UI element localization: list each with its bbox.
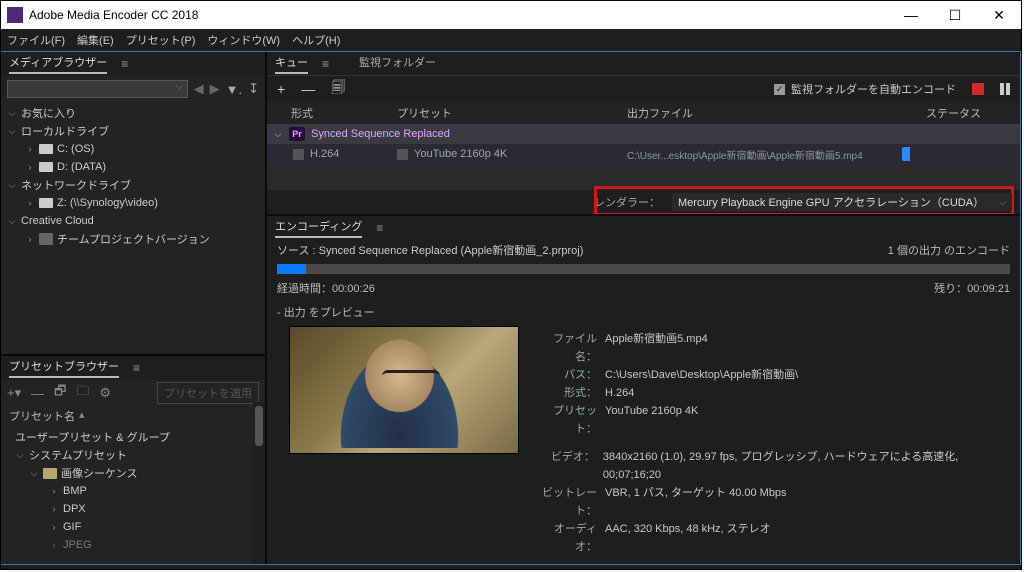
tree-z-drive[interactable]: ›Z: (\\Synology\video) [1,194,265,212]
panel-menu-icon[interactable]: ≡ [133,361,140,375]
stop-button[interactable] [972,83,984,95]
panel-menu-icon[interactable]: ≡ [121,57,128,71]
elapsed-label: 経過時間： [277,283,332,295]
minimize-button[interactable]: — [889,1,933,29]
preset-import-icon[interactable]: 🗀 [76,382,89,404]
nav-back-icon[interactable]: ◀ [194,81,204,97]
titlebar[interactable]: Adobe Media Encoder CC 2018 — ☐ ✕ [1,1,1021,29]
menu-file[interactable]: ファイル(F) [7,32,65,48]
preset-user-group[interactable]: ユーザープリセット & グループ [1,428,265,446]
tree-c-drive[interactable]: ›C: (OS) [1,140,265,158]
ingest-icon[interactable]: ↧ [248,81,259,97]
col-format: 形式 [267,105,397,121]
filter-icon[interactable]: ▼. [226,82,242,97]
menu-help[interactable]: ヘルプ(H) [292,32,340,48]
preset-image-sequence[interactable]: ⌵画像シーケンス [1,464,265,482]
chevron-down-icon: ⌵ [999,197,1006,208]
tree-creative-cloud[interactable]: ⌵Creative Cloud [1,212,265,230]
folder-icon [43,468,57,479]
preset-col-name[interactable]: プリセット名 [9,408,75,424]
tree-local-drives[interactable]: ⌵ローカルドライブ [1,122,265,140]
duplicate-icon[interactable]: 🗐 [331,77,345,101]
preset-settings-icon[interactable]: ⚙ [99,385,111,401]
remaining-label: 残り： [934,283,967,295]
preview-thumbnail [289,326,519,454]
nav-fwd-icon[interactable]: ▶ [210,81,220,97]
preset-sync-icon[interactable]: 🗗 [54,382,66,404]
preview-section-label[interactable]: - 出力 をプレビュー [267,298,1020,326]
menu-preset[interactable]: プリセット(P) [126,32,196,48]
encode-metadata: ファイル名：Apple新宿動画5.mp4 パス：C:\Users\Dave\De… [533,326,1006,556]
drive-icon [39,162,53,172]
preset-bmp[interactable]: ›BMP [1,482,265,500]
col-preset: プリセット [397,105,627,121]
tree-network-drives[interactable]: ⌵ネットワークドライブ [1,176,265,194]
window-title: Adobe Media Encoder CC 2018 [29,8,889,22]
source-label: ソース [277,245,309,257]
team-icon [39,233,53,245]
queue-headers: 形式 プリセット 出力ファイル ステータス [267,102,1020,124]
tab-media-browser[interactable]: メディアブラウザー [9,54,107,74]
preset-dpx[interactable]: ›DPX [1,500,265,518]
apply-preset-button[interactable]: プリセットを適用 [157,382,259,404]
remove-icon[interactable]: — [301,81,315,97]
add-source-icon[interactable]: + [277,81,285,97]
preset-gif[interactable]: ›GIF [1,518,265,536]
drive-icon [39,144,53,154]
tab-watch-folders[interactable]: 監視フォルダー [359,54,436,74]
auto-encode-checkbox[interactable]: ✓監視フォルダーを自動エンコード [774,81,956,97]
renderer-select[interactable]: Mercury Playback Engine GPU アクセラレーション（CU… [672,193,1012,211]
output-checkbox[interactable] [397,149,408,160]
tree-team-projects[interactable]: ›チームプロジェクトバージョン [1,230,265,248]
menubar: ファイル(F) 編集(E) プリセット(P) ウィンドウ(W) ヘルプ(H) [1,29,1021,51]
queue-row-output[interactable]: H.264 YouTube 2160p 4K C:\User...esktop\… [267,144,1020,164]
mb-path-dropdown[interactable]: ⌵ [7,80,188,98]
panel-menu-icon[interactable]: ≡ [322,57,329,71]
source-value: Synced Sequence Replaced (Apple新宿動画_2.pr… [319,245,584,257]
encode-progress [277,264,1010,274]
preset-scrollbar[interactable] [253,402,265,564]
preset-remove-icon[interactable]: — [31,386,44,401]
close-button[interactable]: ✕ [977,1,1021,29]
status-progress-icon [902,147,910,161]
preset-jpeg[interactable]: ›JPEG [1,536,265,554]
col-status: ステータス [887,105,1020,121]
tree-favorites[interactable]: ⌵お気に入り [1,104,265,122]
panel-menu-icon[interactable]: ≡ [376,221,383,235]
menu-edit[interactable]: 編集(E) [77,32,114,48]
col-output: 出力ファイル [627,105,887,121]
menu-window[interactable]: ウィンドウ(W) [207,32,280,48]
tab-preset-browser[interactable]: プリセットブラウザー [9,358,119,378]
queue-row-source[interactable]: ⌵ Pr Synced Sequence Replaced [267,124,1020,144]
remaining-value: 00:09:21 [967,283,1010,295]
output-count: 1 個の出力 のエンコード [888,242,1010,258]
preset-add-icon[interactable]: +▾ [7,385,21,401]
preset-system-group[interactable]: ⌵システムプリセット [1,446,265,464]
pause-button[interactable] [1000,83,1010,95]
elapsed-value: 00:00:26 [332,283,375,295]
tab-queue[interactable]: キュー [275,54,308,74]
tree-d-drive[interactable]: ›D: (DATA) [1,158,265,176]
premiere-icon: Pr [289,127,305,141]
app-icon [7,7,23,23]
media-browser-tree: ⌵お気に入り ⌵ローカルドライブ ›C: (OS) ›D: (DATA) ⌵ネッ… [1,102,265,250]
output-checkbox[interactable] [293,149,304,160]
tab-encoding[interactable]: エンコーディング [275,218,362,238]
drive-icon [39,198,53,208]
maximize-button[interactable]: ☐ [933,1,977,29]
